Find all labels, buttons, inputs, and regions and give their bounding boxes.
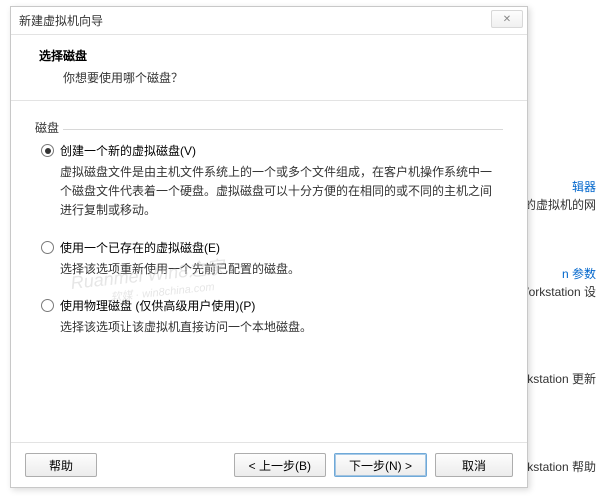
radio-create-new[interactable]: [41, 144, 54, 157]
wizard-heading: 选择磁盘: [39, 47, 507, 64]
bg-link-editor[interactable]: 辑器: [572, 180, 596, 194]
radio-existing[interactable]: [41, 241, 54, 254]
wizard-content: 磁盘 创建一个新的虚拟磁盘(V) 虚拟磁盘文件是由主机文件系统上的一个或多个文件…: [11, 101, 527, 442]
option-desc: 选择该选项重新使用一个先前已配置的磁盘。: [60, 260, 503, 279]
cancel-button[interactable]: 取消: [435, 453, 513, 477]
wizard-dialog: 新建虚拟机向导 ✕ 选择磁盘 你想要使用哪个磁盘？ 磁盘 创建一个新的虚拟磁盘(…: [10, 6, 528, 488]
help-button[interactable]: 帮助: [25, 453, 97, 477]
next-button[interactable]: 下一步(N) >: [334, 453, 427, 477]
dialog-title: 新建虚拟机向导: [19, 12, 103, 29]
back-button[interactable]: < 上一步(B): [234, 453, 326, 477]
option-existing-disk[interactable]: 使用一个已存在的虚拟磁盘(E) 选择该选项重新使用一个先前已配置的磁盘。: [35, 239, 503, 279]
wizard-header: 选择磁盘 你想要使用哪个磁盘？: [11, 35, 527, 101]
bg-link-params[interactable]: n 参数: [562, 267, 596, 281]
wizard-subheading: 你想要使用哪个磁盘？: [39, 69, 507, 86]
close-icon: ✕: [503, 14, 511, 25]
option-label: 创建一个新的虚拟磁盘(V): [60, 142, 196, 159]
close-button[interactable]: ✕: [491, 10, 523, 28]
radio-physical[interactable]: [41, 299, 54, 312]
disk-group-label: 磁盘: [35, 119, 503, 136]
titlebar: 新建虚拟机向导 ✕: [11, 7, 527, 35]
button-bar: 帮助 < 上一步(B) 下一步(N) > 取消: [11, 442, 527, 487]
option-label: 使用物理磁盘 (仅供高级用户使用)(P): [60, 297, 255, 314]
option-desc: 虚拟磁盘文件是由主机文件系统上的一个或多个文件组成，在客户机操作系统中一个磁盘文…: [60, 163, 503, 221]
option-label: 使用一个已存在的虚拟磁盘(E): [60, 239, 220, 256]
option-create-new-disk[interactable]: 创建一个新的虚拟磁盘(V) 虚拟磁盘文件是由主机文件系统上的一个或多个文件组成，…: [35, 142, 503, 221]
option-physical-disk[interactable]: 使用物理磁盘 (仅供高级用户使用)(P) 选择该选项让该虚拟机直接访问一个本地磁…: [35, 297, 503, 337]
group-divider: [63, 129, 503, 130]
option-desc: 选择该选项让该虚拟机直接访问一个本地磁盘。: [60, 318, 503, 337]
